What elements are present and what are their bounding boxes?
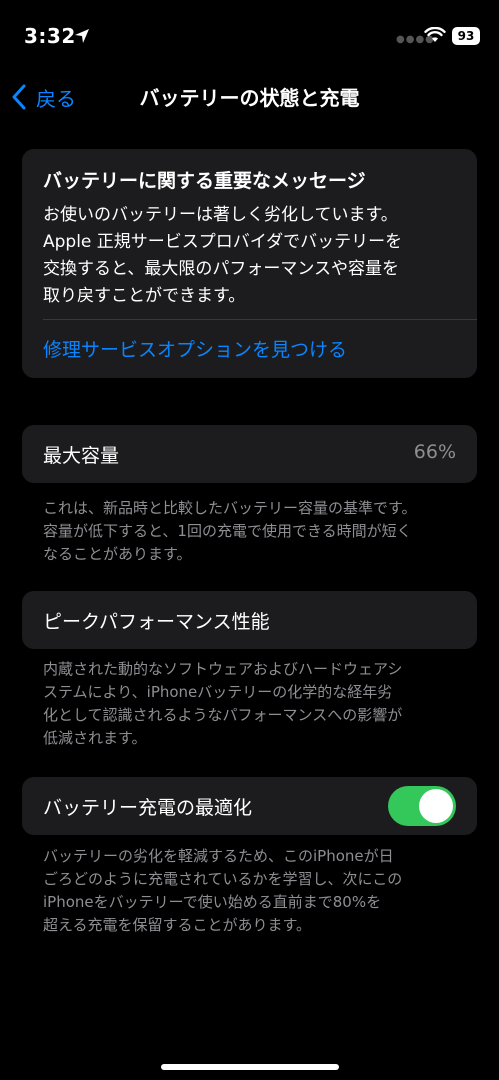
footnote-line: なることがあります。 <box>43 545 192 563</box>
peak-performance-footnote: 内蔵された動的なソフトウェアおよびハードウェアシ ステムにより、iPhoneバッ… <box>43 658 463 750</box>
optimized-charging-label: バッテリー充電の最適化 <box>43 797 253 819</box>
divider <box>43 319 477 320</box>
max-capacity-row: 最大容量 66% <box>22 425 477 483</box>
message-body: お使いのバッテリーは著しく劣化しています。 Apple 正規サービスプロバイダで… <box>43 202 463 310</box>
footnote-line: 化として認識されるようなパフォーマンスへの影響が <box>43 706 403 724</box>
battery-level: 93 <box>457 29 475 43</box>
footnote-line: iPhoneをバッテリーで使い始める直前まで80%を <box>43 893 382 911</box>
peak-performance-row: ピークパフォーマンス性能 <box>22 591 477 649</box>
message-body-line: 交換すると、最大限のパフォーマンスや容量を <box>43 259 399 279</box>
status-bar: 3:32 ●●●● 93 <box>0 0 499 72</box>
message-body-line: Apple 正規サービスプロバイダでバッテリーを <box>43 232 403 252</box>
status-time: 3:32 <box>24 24 76 48</box>
battery-icon: 93 <box>452 27 480 45</box>
max-capacity-footnote: これは、新品時と比較したバッテリー容量の基準です。 容量が低下すると、1回の充電… <box>43 497 463 566</box>
optimized-charging-footnote: バッテリーの劣化を軽減するため、このiPhoneが日 ごろどのように充電されてい… <box>43 845 463 937</box>
battery-message-card: バッテリーに関する重要なメッセージ お使いのバッテリーは著しく劣化しています。 … <box>22 149 477 378</box>
footnote-line: 内蔵された動的なソフトウェアおよびハードウェアシ <box>43 660 403 678</box>
page-title: バッテリーの状態と充電 <box>139 86 360 110</box>
footnote-line: 容量が低下すると、1回の充電で使用できる時間が短く <box>43 522 412 540</box>
navigation-bar: 戻る バッテリーの状態と充電 <box>0 72 499 122</box>
max-capacity-label: 最大容量 <box>43 445 120 467</box>
optimized-charging-toggle[interactable] <box>388 786 456 826</box>
message-body-line: お使いのバッテリーは著しく劣化しています。 <box>43 205 398 225</box>
footnote-line: バッテリーの劣化を軽減するため、このiPhoneが日 <box>43 847 394 865</box>
location-arrow-icon <box>75 29 89 43</box>
optimized-charging-row: バッテリー充電の最適化 <box>22 777 477 835</box>
toggle-knob <box>419 789 453 823</box>
message-body-line: 取り戻すことができます。 <box>43 286 246 306</box>
footnote-line: 超える充電を保留することがあります。 <box>43 916 312 934</box>
max-capacity-value: 66% <box>413 441 456 463</box>
footnote-line: これは、新品時と比較したバッテリー容量の基準です。 <box>43 499 417 517</box>
wifi-icon <box>424 27 446 42</box>
footnote-line: ステムにより、iPhoneバッテリーの化学的な経年劣 <box>43 683 393 701</box>
find-repair-options-link[interactable]: 修理サービスオプションを見つける <box>43 335 347 362</box>
footnote-line: ごろどのように充電されているかを学習し、次にこの <box>43 870 403 888</box>
peak-performance-label: ピークパフォーマンス性能 <box>43 611 270 633</box>
home-indicator[interactable] <box>161 1064 339 1070</box>
footnote-line: 低減されます。 <box>43 729 147 747</box>
message-title: バッテリーに関する重要なメッセージ <box>43 170 366 192</box>
